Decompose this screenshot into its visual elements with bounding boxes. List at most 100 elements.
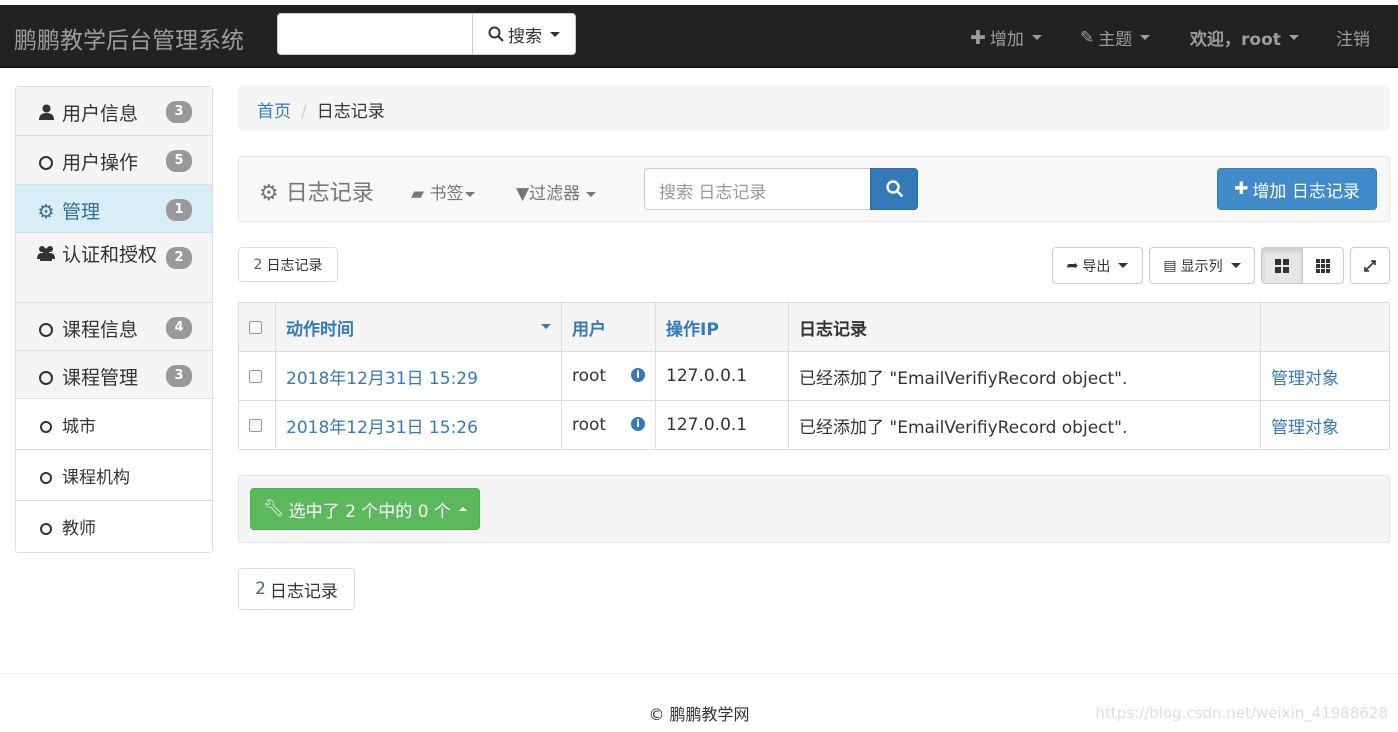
nav-logout[interactable]: 注销 xyxy=(1336,25,1370,50)
list-search-button[interactable] xyxy=(870,168,918,210)
add-log-button[interactable]: ✚ 增加 日志记录 xyxy=(1217,168,1377,210)
add-log-label: 增加 日志记录 xyxy=(1252,181,1360,202)
columns-label: 显示列 xyxy=(1180,258,1223,275)
manage-object-link[interactable]: 管理对象 xyxy=(1271,418,1339,438)
nav-user-menu[interactable]: 欢迎，root xyxy=(1190,25,1299,50)
count-badge: 4 xyxy=(166,317,192,339)
view-compact-button[interactable] xyxy=(1302,247,1344,284)
circle-icon xyxy=(36,519,56,539)
sidebar: 用户信息 3 用户操作 5 ⚙ 管理 1 认证和授权 2 课程信息 4 课程管理 … xyxy=(15,86,213,553)
top-navbar: 鹏鹏教学后台管理系统 搜索 ✚ 增加 ✎ 主题 欢迎，root 注销 xyxy=(0,5,1398,68)
circle-icon xyxy=(36,319,56,341)
global-search-button[interactable]: 搜索 xyxy=(472,14,575,54)
bottom-count-number: 2 xyxy=(255,579,266,599)
chevron-down-icon xyxy=(586,191,597,197)
sidebar-item-admin[interactable]: ⚙ 管理 1 xyxy=(16,185,212,233)
bottom-result-count: 2 日志记录 xyxy=(238,568,355,610)
footer-divider xyxy=(0,673,1398,674)
sidebar-item-label: 用户信息 xyxy=(62,103,139,125)
export-label: 导出 xyxy=(1082,258,1111,275)
filter-icon: ▼ xyxy=(516,184,530,204)
share-icon: ➦ xyxy=(1066,257,1079,274)
nav-add-label: 增加 xyxy=(989,30,1024,50)
sidebar-item-label: 课程管理 xyxy=(62,367,139,389)
col-user-label[interactable]: 用户 xyxy=(572,320,606,340)
info-icon[interactable]: i xyxy=(631,417,645,431)
search-icon xyxy=(488,26,504,42)
col-ip[interactable]: 操作IP xyxy=(655,302,789,352)
count-badge: 1 xyxy=(166,199,192,221)
cell-action: 管理对象 xyxy=(1260,400,1390,450)
row-user: root xyxy=(572,366,607,386)
cell-log: 已经添加了 "EmailVerifiyRecord object". xyxy=(788,351,1261,401)
list-search-input[interactable]: 搜索 日志记录 xyxy=(644,168,871,210)
row-time-link[interactable]: 2018年12月31日 15:29 xyxy=(286,369,478,389)
nav-theme-label: 主题 xyxy=(1098,30,1133,50)
circle-icon xyxy=(36,152,56,174)
chevron-down-icon xyxy=(1031,35,1042,40)
global-search-label: 搜索 xyxy=(508,26,542,47)
sidebar-item-course-manage[interactable]: 课程管理 3 xyxy=(16,351,212,399)
row-select-cell xyxy=(238,400,276,450)
search-icon xyxy=(886,180,904,198)
cell-user: root i xyxy=(561,351,656,401)
export-button[interactable]: ➦ 导出 xyxy=(1052,247,1143,284)
bulk-action-label: 选中了 2 个中的 0 个 xyxy=(288,501,451,522)
sidebar-item-label: 认证和授权 xyxy=(62,244,158,266)
table-row: 2018年12月31日 15:29 root i 127.0.0.1 已经添加了 … xyxy=(238,351,1390,401)
sidebar-item-user-actions[interactable]: 用户操作 5 xyxy=(16,136,212,185)
cell-user: root i xyxy=(561,400,656,450)
sidebar-item-course-info[interactable]: 课程信息 4 xyxy=(16,303,212,351)
list-header-bar: ⚙ 日志记录 ▰ 书签 ▼过滤器 搜索 日志记录 ✚ 增加 日志记录 xyxy=(238,156,1390,222)
col-user[interactable]: 用户 xyxy=(561,302,656,352)
gear-icon: ⚙ xyxy=(37,201,55,223)
bulk-action-button[interactable]: 🔧︎ 选中了 2 个中的 0 个 xyxy=(250,488,480,530)
count-badge: 3 xyxy=(166,365,192,387)
gear-icon: ⚙ xyxy=(259,181,279,206)
select-all-cell xyxy=(238,302,276,352)
result-count: 2 日志记录 xyxy=(238,247,338,282)
chevron-down-icon xyxy=(1288,35,1299,40)
nav-add-menu[interactable]: ✚ 增加 xyxy=(970,25,1042,50)
global-search-input[interactable]: 搜索 xyxy=(277,13,576,55)
cell-action: 管理对象 xyxy=(1260,351,1390,401)
row-user: root xyxy=(572,415,607,435)
row-checkbox[interactable] xyxy=(249,418,262,432)
columns-button[interactable]: ▤ 显示列 xyxy=(1149,247,1255,284)
user-icon xyxy=(36,103,56,125)
sidebar-item-city[interactable]: 城市 xyxy=(16,399,212,450)
fullscreen-button[interactable] xyxy=(1350,247,1390,284)
chevron-up-icon xyxy=(458,507,467,511)
row-checkbox[interactable] xyxy=(249,369,262,383)
filters-menu[interactable]: ▼过滤器 xyxy=(516,179,597,204)
list-icon: ▤ xyxy=(1163,257,1177,274)
sidebar-item-teacher[interactable]: 教师 xyxy=(16,501,212,552)
watermark: https://blog.csdn.net/weixin_41988628 xyxy=(1095,704,1388,722)
manage-object-link[interactable]: 管理对象 xyxy=(1271,369,1339,389)
bookmarks-menu[interactable]: ▰ 书签 xyxy=(411,179,476,204)
col-ip-label[interactable]: 操作IP xyxy=(666,320,719,340)
sort-desc-icon xyxy=(541,323,551,329)
bottom-count-label: 日志记录 xyxy=(269,581,338,602)
chevron-down-icon xyxy=(465,191,476,197)
page-title-text: 日志记录 xyxy=(285,181,374,206)
col-action-time[interactable]: 动作时间 xyxy=(275,302,562,352)
sidebar-item-org[interactable]: 课程机构 xyxy=(16,450,212,501)
sidebar-item-label: 课程机构 xyxy=(62,468,130,488)
view-grid-button[interactable] xyxy=(1261,247,1303,284)
magic-wand-icon: ✎ xyxy=(1080,27,1095,48)
select-all-checkbox[interactable] xyxy=(249,320,262,334)
circle-icon xyxy=(36,367,56,389)
info-icon[interactable]: i xyxy=(631,368,645,382)
chevron-down-icon xyxy=(1230,263,1241,268)
nav-theme-menu[interactable]: ✎ 主题 xyxy=(1080,25,1151,50)
sidebar-item-label: 用户操作 xyxy=(62,152,139,174)
sidebar-item-auth[interactable]: 认证和授权 2 xyxy=(16,233,212,303)
row-time-link[interactable]: 2018年12月31日 15:26 xyxy=(286,418,478,438)
breadcrumb-home[interactable]: 首页 xyxy=(257,102,291,122)
table-header-row: 动作时间 用户 操作IP 日志记录 xyxy=(238,302,1390,352)
col-action-time-label[interactable]: 动作时间 xyxy=(286,320,354,340)
brand-title[interactable]: 鹏鹏教学后台管理系统 xyxy=(14,21,244,55)
sidebar-item-user-info[interactable]: 用户信息 3 xyxy=(16,87,212,136)
book-icon: ▰ xyxy=(411,184,425,204)
